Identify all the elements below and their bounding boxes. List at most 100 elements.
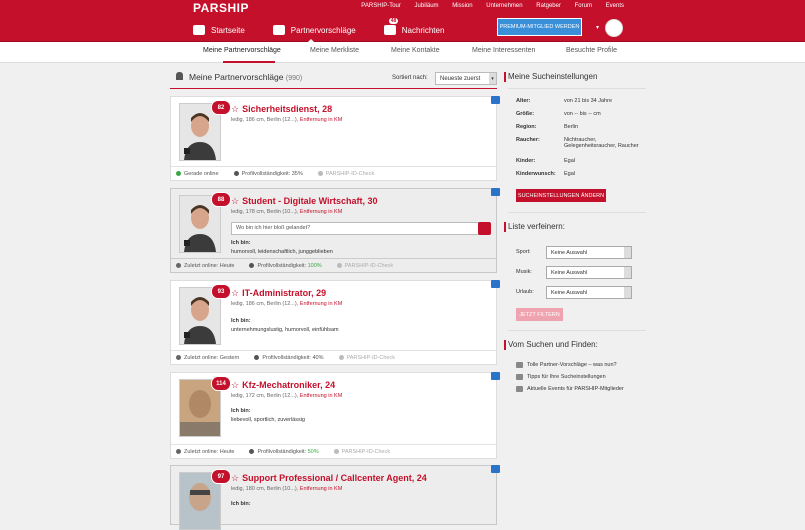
top-header: PARSHIP PARSHIP-Tour Jubiläum Mission Un…: [0, 0, 805, 44]
profile-completeness: Profilvollständigkeit: 50%: [249, 449, 319, 455]
message-input[interactable]: Wo bin ich hier bloß gelandet?: [231, 222, 482, 235]
toplink-mission[interactable]: Mission: [452, 3, 472, 9]
filter-label: Musik:: [516, 269, 532, 275]
profile-name-text: Sicherheitsdienst, 28: [242, 104, 333, 114]
toplink-ratgeber[interactable]: Ratgeber: [536, 3, 561, 9]
card-footer: Gerade online Profilvollständigkeit: 35%…: [171, 166, 496, 180]
clock-icon: [176, 449, 181, 454]
profile-card[interactable]: 114 ☆ Kfz-Mechatroniker, 24 ledig, 172 cm…: [170, 372, 500, 459]
tip-link[interactable]: Tipps für Ihre Sucheinstellungen: [516, 374, 606, 380]
profile-name[interactable]: ☆ Sicherheitsdienst, 28: [231, 104, 332, 115]
profile-meta: ledig, 186 cm, Berlin (12...), Entfernun…: [231, 117, 343, 123]
online-status: Gerade online: [176, 171, 219, 177]
nav-proposals-label: Partnervorschläge: [290, 25, 356, 35]
sort-label: Sortiert nach:: [392, 75, 428, 81]
clock-icon: [176, 263, 181, 268]
online-dot-icon: [176, 171, 181, 176]
star-icon: ☆: [231, 196, 240, 206]
chevron-down-icon[interactable]: ▾: [596, 24, 599, 31]
pie-icon: [254, 355, 260, 360]
tab-interessenten[interactable]: Meine Interessenten: [472, 47, 535, 54]
clock-icon: [176, 355, 181, 360]
document-icon: [516, 374, 523, 380]
shield-icon: [333, 449, 339, 454]
chat-bubble-icon[interactable]: [491, 188, 500, 196]
tab-besuchte-profile[interactable]: Besuchte Profile: [566, 47, 617, 54]
chat-bubble-icon[interactable]: [491, 465, 500, 473]
premium-button[interactable]: PREMIUM-MITGLIED WERDEN: [497, 18, 582, 36]
toplink-jubilaeum[interactable]: Jubiläum: [415, 3, 439, 9]
page-title-text: Meine Partnervorschläge: [189, 72, 284, 82]
sort-select-value: Neueste zuerst: [440, 76, 481, 82]
profile-card[interactable]: 82 ☆ Sicherheitsdienst, 28 ledig, 186 cm,…: [170, 96, 500, 181]
profile-completeness: Profilvollständigkeit: 40%: [254, 355, 324, 361]
chat-bubble-icon[interactable]: [491, 96, 500, 104]
send-message-button[interactable]: [478, 222, 491, 235]
tab-partnervorschlaege[interactable]: Meine Partnervorschläge: [203, 47, 281, 63]
chevron-down-icon: [624, 267, 631, 278]
profile-card[interactable]: 88 ☆ Student - Digitale Wirtschaft, 30 le…: [170, 188, 500, 273]
profile-name-text: Kfz-Mechatroniker, 24: [242, 380, 336, 390]
list-divider: [170, 88, 497, 89]
nav-home[interactable]: Startseite: [193, 20, 245, 40]
profile-completeness: Profilvollständigkeit: 100%: [249, 263, 322, 269]
section-accent: [504, 340, 506, 350]
distance-link[interactable]: Entfernung in KM: [300, 393, 343, 399]
sport-select[interactable]: Keine Auswahl: [546, 246, 632, 259]
profile-name[interactable]: ☆ Kfz-Mechatroniker, 24: [231, 380, 335, 391]
distance-link[interactable]: Entfernung in KM: [300, 117, 343, 123]
id-check: PARSHIP-ID-Check: [336, 263, 393, 269]
profile-meta: ledig, 172 cm, Berlin (12...), Entfernun…: [231, 393, 343, 399]
toplink-tour[interactable]: PARSHIP-Tour: [361, 3, 401, 9]
chat-bubble-icon[interactable]: [491, 280, 500, 288]
profile-meta: ledig, 186 cm, Berlin (12...), Entfernun…: [231, 301, 343, 307]
tip-link[interactable]: Aktuelle Events für PARSHIP-Mitglieder: [516, 386, 624, 392]
profile-card[interactable]: 93 ☆ IT-Administrator, 29 ledig, 186 cm, …: [170, 280, 500, 365]
distance-link[interactable]: Entfernung in KM: [300, 301, 343, 307]
sort-select[interactable]: Neueste zuerst ▾: [435, 72, 497, 85]
ich-bin-section: Ich bin: unternehmungslustig, humorvoll, …: [231, 318, 339, 333]
filter-label: Sport:: [516, 249, 531, 255]
id-check: PARSHIP-ID-Check: [333, 449, 390, 455]
parship-logo[interactable]: PARSHIP: [193, 1, 249, 15]
profile-name[interactable]: ☆ Support Professional / Callcenter Agent…: [231, 473, 427, 484]
profile-name[interactable]: ☆ IT-Administrator, 29: [231, 288, 326, 299]
profile-name-text: Support Professional / Callcenter Agent,…: [242, 473, 427, 483]
star-icon: ☆: [231, 473, 240, 483]
profile-card[interactable]: 97 ☆ Support Professional / Callcenter Ag…: [170, 465, 500, 530]
toplink-forum[interactable]: Forum: [575, 3, 592, 9]
pie-icon: [249, 449, 255, 454]
page-title: Meine Partnervorschläge (990): [176, 72, 302, 82]
avatar[interactable]: [605, 19, 623, 37]
card-footer: Zuletzt online: Gestern Profilvollständi…: [171, 350, 496, 364]
distance-link[interactable]: Entfernung in KM: [300, 486, 343, 492]
distance-link[interactable]: Entfernung in KM: [300, 209, 343, 215]
tip-link[interactable]: Tolle Partner-Vorschläge – was nun?: [516, 362, 617, 368]
nav-messages[interactable]: 48 Nachrichten: [383, 18, 444, 40]
online-status: Zuletzt online: Heute: [176, 263, 234, 269]
music-select[interactable]: Keine Auswahl: [546, 266, 632, 279]
ich-bin-section: Ich bin:: [231, 501, 251, 507]
tab-merkliste[interactable]: Meine Merkliste: [310, 47, 359, 54]
shield-icon: [336, 263, 342, 268]
refine-title: Liste verfeinern:: [508, 222, 565, 231]
people-icon: [272, 25, 285, 35]
toplink-events[interactable]: Events: [606, 3, 624, 9]
match-points-badge: 82: [211, 100, 231, 115]
nav-proposals[interactable]: Partnervorschläge: [272, 20, 356, 44]
profile-name[interactable]: ☆ Student - Digitale Wirtschaft, 30: [231, 196, 378, 207]
person-icon: [176, 72, 183, 80]
ich-bin-section: Ich bin: humorvoll, leidenschaftlich, jun…: [231, 240, 333, 255]
vacation-select[interactable]: Keine Auswahl: [546, 286, 632, 299]
chevron-down-icon: ▾: [489, 73, 496, 84]
chat-bubble-icon[interactable]: [491, 372, 500, 380]
toplink-unternehmen[interactable]: Unternehmen: [486, 3, 522, 9]
divider: [508, 212, 646, 213]
search-settings-panel: Meine Sucheinstellungen Alter: von 21 bis…: [504, 72, 646, 213]
check-circle-icon: [249, 263, 255, 268]
tab-kontakte[interactable]: Meine Kontakte: [391, 47, 440, 54]
apply-filter-button[interactable]: JETZT FILTERN: [516, 308, 563, 321]
match-points-badge: 97: [211, 469, 231, 484]
change-search-settings-button[interactable]: SUCHEINSTELLUNGEN ÄNDERN: [516, 189, 606, 202]
profile-meta: ledig, 178 cm, Berlin (10...), Entfernun…: [231, 209, 343, 215]
